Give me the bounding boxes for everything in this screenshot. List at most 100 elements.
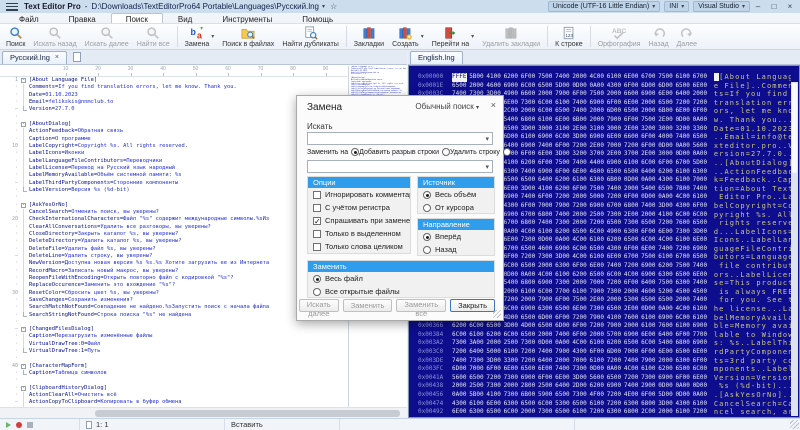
code-line[interactable]: 10LabelCopyright=Copyright %s. All right…	[0, 143, 347, 150]
hex-byte-group[interactable]: 7200	[658, 219, 675, 228]
hex-byte-group[interactable]: 6E00	[658, 348, 675, 357]
hex-byte-group[interactable]: 6C00	[538, 400, 555, 409]
hex-byte-group[interactable]: 6500	[521, 331, 538, 340]
hex-byte-group[interactable]: 5D00	[555, 82, 572, 91]
hex-byte-group[interactable]: 7400	[538, 348, 555, 357]
hex-byte-group[interactable]: 0A00	[452, 391, 469, 400]
hex-byte-group[interactable]: 7200	[675, 99, 692, 108]
hex-byte-group[interactable]: 2000	[572, 219, 589, 228]
hex-byte-group[interactable]: 6500	[675, 365, 692, 374]
hex-byte-group[interactable]: 6300	[607, 408, 624, 417]
hex-byte-group[interactable]: 4300	[452, 400, 469, 409]
hex-byte-group[interactable]: 4000	[658, 133, 675, 142]
hex-byte-group[interactable]: 6C00	[504, 262, 521, 271]
hex-byte-group[interactable]: 6900	[624, 331, 641, 340]
hex-byte-group[interactable]: 6100	[675, 168, 692, 177]
hex-byte-group[interactable]: 7400	[555, 331, 572, 340]
hex-byte-group[interactable]: 6900	[693, 245, 710, 254]
hex-byte-group[interactable]: 3000	[658, 125, 675, 134]
code-line[interactable]: ·LabelIcons=Иконки	[0, 150, 347, 157]
hex-byte-group[interactable]: 6F00	[590, 348, 607, 357]
hex-byte-group[interactable]: 5600	[452, 374, 469, 383]
hex-byte-group[interactable]: 6700	[624, 253, 641, 262]
hex-byte-group[interactable]: 3D00	[572, 133, 589, 142]
hex-byte-group[interactable]: 6500	[555, 305, 572, 314]
hex-byte-group[interactable]: 7400	[658, 245, 675, 254]
hex-byte-group[interactable]: 6C00	[538, 288, 555, 297]
macro-record-icon[interactable]	[16, 422, 22, 428]
hex-byte-group[interactable]: 6F00	[624, 279, 641, 288]
hex-byte-group[interactable]: 6900	[504, 82, 521, 91]
hex-byte-group[interactable]: 2500	[538, 382, 555, 391]
hex-byte-group[interactable]: 4300	[504, 202, 521, 211]
hex-byte-group[interactable]: 4300	[607, 82, 624, 91]
hex-byte-group[interactable]: 4C00	[538, 271, 555, 280]
hex-byte-group[interactable]: 7400	[572, 107, 589, 116]
hex-byte-group[interactable]: 6F00	[624, 82, 641, 91]
hex-byte-group[interactable]: 6100	[693, 314, 710, 323]
hex-byte-group[interactable]: 6800	[521, 116, 538, 125]
hex-byte-group[interactable]: 2000	[624, 288, 641, 297]
hex-byte-group[interactable]: 2000	[693, 90, 710, 99]
hex-byte-group[interactable]: 6100	[590, 339, 607, 348]
hex-byte-group[interactable]: 6300	[555, 262, 572, 271]
checkbox-спрашивать-при-замене[interactable]: ✓Спрашивать при замене	[308, 214, 410, 227]
hex-byte-group[interactable]: 6C00	[538, 107, 555, 116]
hex-byte-group[interactable]: 6100	[641, 365, 658, 374]
hex-byte-group[interactable]: 4C00	[572, 253, 589, 262]
hex-byte-group[interactable]: 4100	[607, 314, 624, 323]
code-line[interactable]: ·ActionFeedback=Обратная связь	[0, 128, 347, 135]
hex-byte-group[interactable]: 7200	[624, 142, 641, 151]
hex-byte-group[interactable]: 2C00	[641, 408, 658, 417]
hex-byte-group[interactable]: 6100	[693, 193, 710, 202]
encoding-select[interactable]: Unicode (UTF-16 Little Endian)▾	[548, 1, 661, 12]
hex-byte-group[interactable]: 6100	[590, 253, 607, 262]
hex-byte-group[interactable]: 7400	[693, 279, 710, 288]
hex-byte-group[interactable]: 2000	[572, 193, 589, 202]
hex-byte-group[interactable]: 5400	[641, 185, 658, 194]
hex-byte-group[interactable]: 4400	[590, 159, 607, 168]
hex-byte-group[interactable]: 5700	[607, 331, 624, 340]
menu-tab-инструменты[interactable]: Инструменты	[207, 13, 287, 23]
hex-byte-group[interactable]: 2000	[624, 322, 641, 331]
hex-byte-group[interactable]: 5300	[624, 296, 641, 305]
chevron-down-icon[interactable]: ▾	[421, 33, 424, 40]
menu-tab-вид[interactable]: Вид	[163, 13, 207, 23]
hex-byte-group[interactable]: 2C00	[504, 107, 521, 116]
hex-byte-group[interactable]: 6500	[693, 219, 710, 228]
hex-byte-group[interactable]: 7200	[504, 296, 521, 305]
hex-byte-group[interactable]: 7900	[607, 322, 624, 331]
code-line[interactable]: ·Email=felikskis@nnmclub.to	[0, 99, 347, 106]
hex-byte-group[interactable]: 2000	[641, 99, 658, 108]
hex-byte-group[interactable]: 7600	[675, 219, 692, 228]
hex-byte-group[interactable]: 6500	[504, 176, 521, 185]
hex-byte-group[interactable]: 6900	[538, 168, 555, 177]
hex-byte-group[interactable]: 6100	[675, 236, 692, 245]
hex-byte-group[interactable]: 6500	[607, 305, 624, 314]
new-document-icon[interactable]	[73, 52, 81, 62]
hex-byte-group[interactable]: 7000	[590, 279, 607, 288]
hex-byte-group[interactable]: 6D00	[641, 82, 658, 91]
hex-byte-group[interactable]: 7400	[555, 73, 572, 82]
hex-byte-group[interactable]: 6200	[452, 322, 469, 331]
code-line[interactable]: ·RecordMacro=Записать новый макрос, вы у…	[0, 268, 347, 275]
hex-byte-group[interactable]: 6100	[693, 400, 710, 409]
hex-byte-group[interactable]: 6400	[658, 331, 675, 340]
hex-byte-group[interactable]: 5400	[504, 116, 521, 125]
hex-byte-group[interactable]: 7000	[624, 348, 641, 357]
hex-byte-group[interactable]: 6500	[590, 245, 607, 254]
code-line[interactable]: ·Caption=О программе	[0, 136, 347, 143]
hex-byte-group[interactable]: 0A00	[693, 150, 710, 159]
hex-byte-group[interactable]: 5000	[486, 348, 503, 357]
hex-byte-group[interactable]: 7500	[538, 73, 555, 82]
hex-byte-group[interactable]: 6900	[607, 159, 624, 168]
hex-byte-group[interactable]: 6900	[521, 374, 538, 383]
hex-byte-group[interactable]: 7300	[641, 374, 658, 383]
hex-byte-group[interactable]: 6500	[658, 99, 675, 108]
hex-byte-group[interactable]: 6700	[675, 253, 692, 262]
hex-byte-group[interactable]: 6600	[624, 90, 641, 99]
hex-byte-group[interactable]: 7600	[624, 314, 641, 323]
hex-byte-group[interactable]: 7200	[693, 99, 710, 108]
hex-byte-group[interactable]: 6500	[486, 322, 503, 331]
hex-byte-group[interactable]: 4600	[590, 168, 607, 177]
